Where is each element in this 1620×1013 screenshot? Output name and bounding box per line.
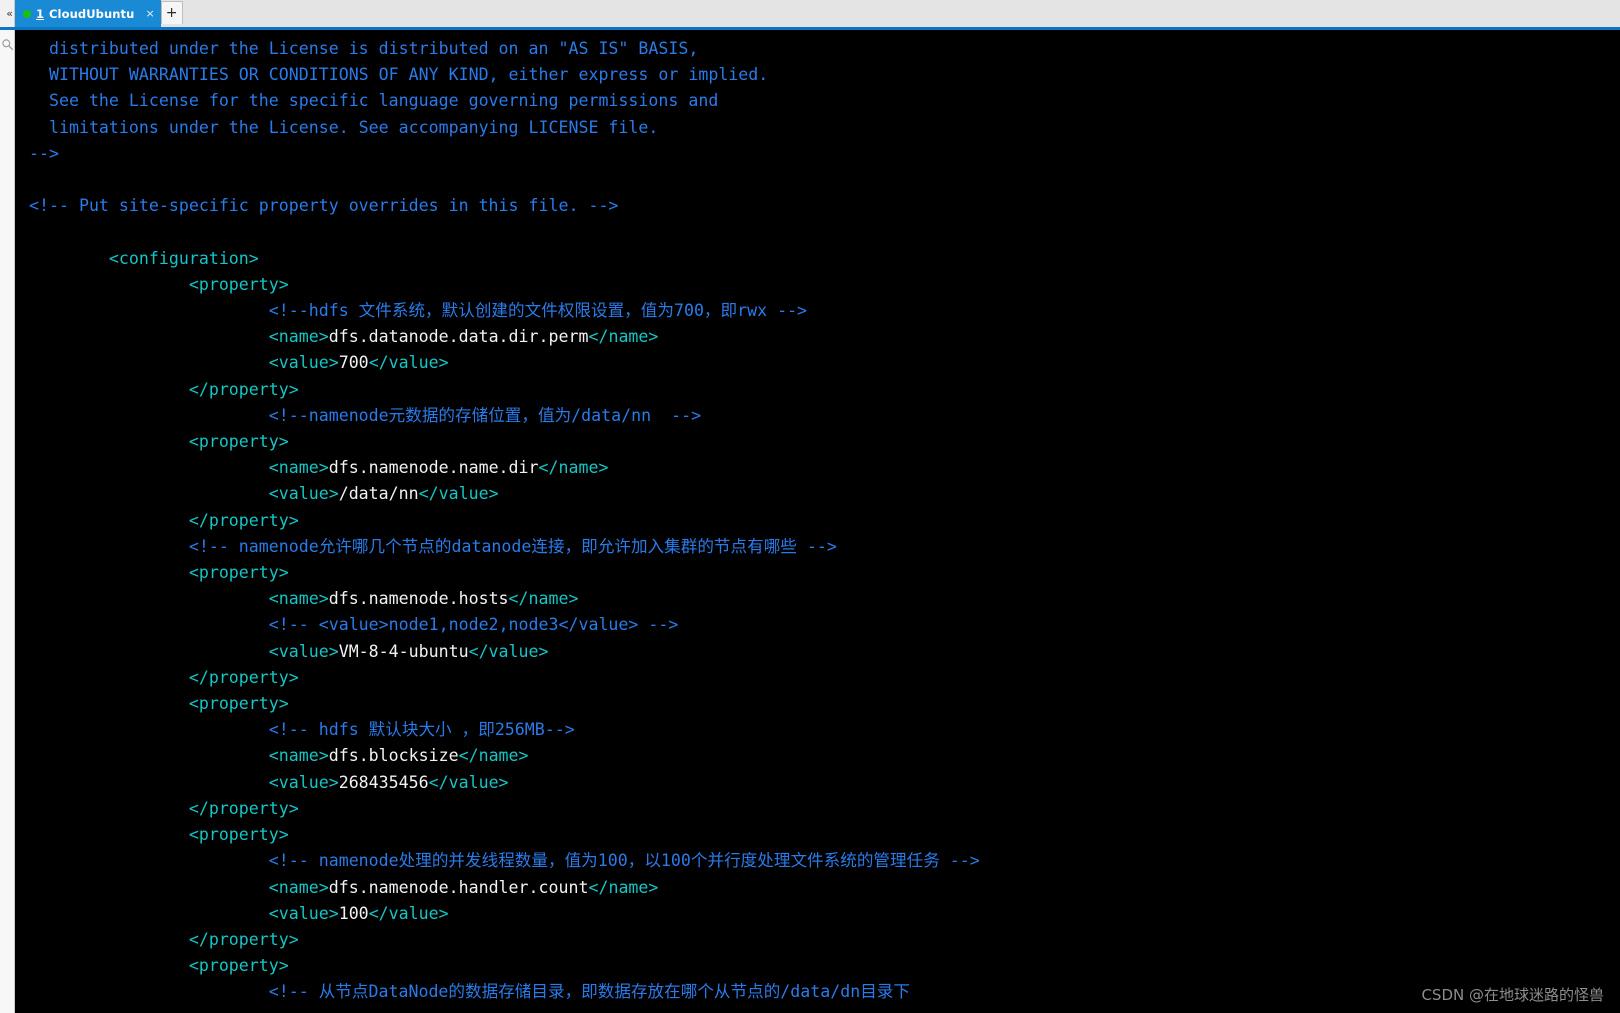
- code-segment: distributed under the License is distrib…: [29, 39, 699, 58]
- tab-bar-empty-area: [182, 0, 1620, 27]
- close-icon[interactable]: ×: [145, 7, 154, 20]
- code-segment: dfs.namenode.handler.count: [328, 877, 589, 897]
- code-segment: limitations under the License. See accom…: [29, 117, 659, 137]
- tab-title-label: CloudUbuntu: [49, 6, 135, 21]
- new-tab-button[interactable]: +: [160, 1, 183, 24]
- code-segment: </property>: [29, 929, 299, 949]
- code-segment: See the License for the specific languag…: [29, 91, 719, 111]
- code-segment: </name>: [538, 458, 609, 478]
- code-segment: <value>: [29, 484, 339, 504]
- tab-bar: « 1 CloudUbuntu × +: [0, 0, 1620, 30]
- code-segment: </value>: [468, 641, 549, 661]
- code-segment: /data/nn: [338, 484, 419, 504]
- code-segment: </property>: [29, 510, 299, 530]
- search-icon[interactable]: [1, 38, 14, 51]
- code-segment: <value>: [29, 903, 339, 923]
- tab-status-dot: [23, 9, 31, 18]
- code-segment: <name>: [29, 458, 329, 478]
- code-segment: -->: [29, 143, 59, 163]
- code-segment: <!-- 从节点DataNode的数据存储目录，即数据存放在哪个从节点的/dat…: [29, 982, 910, 1002]
- code-segment: dfs.namenode.hosts: [328, 589, 509, 609]
- chevron-left-icon[interactable]: «: [6, 8, 13, 19]
- code-segment: </property>: [29, 667, 299, 687]
- code-segment: <value>: [29, 353, 339, 373]
- code-segment: WITHOUT WARRANTIES OR CONDITIONS OF ANY …: [29, 65, 769, 85]
- sidebar-collapse-rail[interactable]: «: [0, 0, 15, 27]
- code-segment: <!-- namenode允许哪几个节点的datanode连接，即允许加入集群的…: [29, 536, 837, 556]
- code-segment: <name>: [29, 589, 329, 609]
- code-segment: </value>: [368, 903, 449, 923]
- code-segment: <!--hdfs 文件系统，默认创建的文件权限设置，值为700，即rwx -->: [29, 301, 808, 321]
- code-segment: dfs.namenode.name.dir: [328, 458, 539, 478]
- code-segment: dfs.blocksize: [328, 746, 459, 766]
- code-segment: 100: [338, 903, 369, 923]
- tab-index-label: 1: [36, 6, 45, 21]
- code-segment: </value>: [368, 353, 449, 373]
- code-segment: <property>: [29, 825, 289, 845]
- code-segment: <!--namenode元数据的存储位置，值为/data/nn -->: [29, 405, 702, 425]
- code-segment: <!-- <value>node1,node2,node3</value> --…: [29, 615, 679, 635]
- code-segment: <configuration>: [29, 248, 259, 268]
- left-rail: [0, 30, 15, 1013]
- code-segment: </name>: [588, 327, 659, 347]
- code-segment: <!-- Put site-specific property override…: [29, 196, 619, 216]
- code-segment: <!-- namenode处理的并发线程数量，值为100，以100个并行度处理文…: [29, 851, 980, 871]
- xml-config-content: distributed under the License is distrib…: [29, 36, 1620, 1006]
- code-segment: VM-8-4-ubuntu: [338, 641, 469, 661]
- code-segment: <property>: [29, 432, 289, 452]
- code-segment: 268435456: [338, 772, 429, 792]
- code-segment: <property>: [29, 274, 289, 294]
- code-segment: <property>: [29, 956, 289, 976]
- code-segment: <property>: [29, 563, 289, 583]
- code-segment: <value>: [29, 641, 339, 661]
- code-segment: <name>: [29, 877, 329, 897]
- tab-cloudubuntu[interactable]: 1 CloudUbuntu ×: [15, 0, 161, 27]
- code-segment: </name>: [458, 746, 529, 766]
- terminal-output[interactable]: distributed under the License is distrib…: [15, 30, 1620, 1013]
- code-segment: <name>: [29, 327, 329, 347]
- code-segment: </name>: [588, 877, 659, 897]
- terminal-window: « 1 CloudUbuntu × + distributed under th…: [0, 0, 1620, 1013]
- code-segment: <name>: [29, 746, 329, 766]
- code-segment: </value>: [418, 484, 499, 504]
- code-segment: <!-- hdfs 默认块大小 ，即256MB-->: [29, 720, 575, 740]
- code-segment: <value>: [29, 772, 339, 792]
- code-segment: <property>: [29, 694, 289, 714]
- code-segment: 700: [338, 353, 369, 373]
- code-segment: </property>: [29, 798, 299, 818]
- code-segment: </value>: [428, 772, 509, 792]
- code-segment: dfs.datanode.data.dir.perm: [328, 327, 589, 347]
- code-segment: </name>: [508, 589, 579, 609]
- window-body: distributed under the License is distrib…: [0, 30, 1620, 1013]
- code-segment: </property>: [29, 379, 299, 399]
